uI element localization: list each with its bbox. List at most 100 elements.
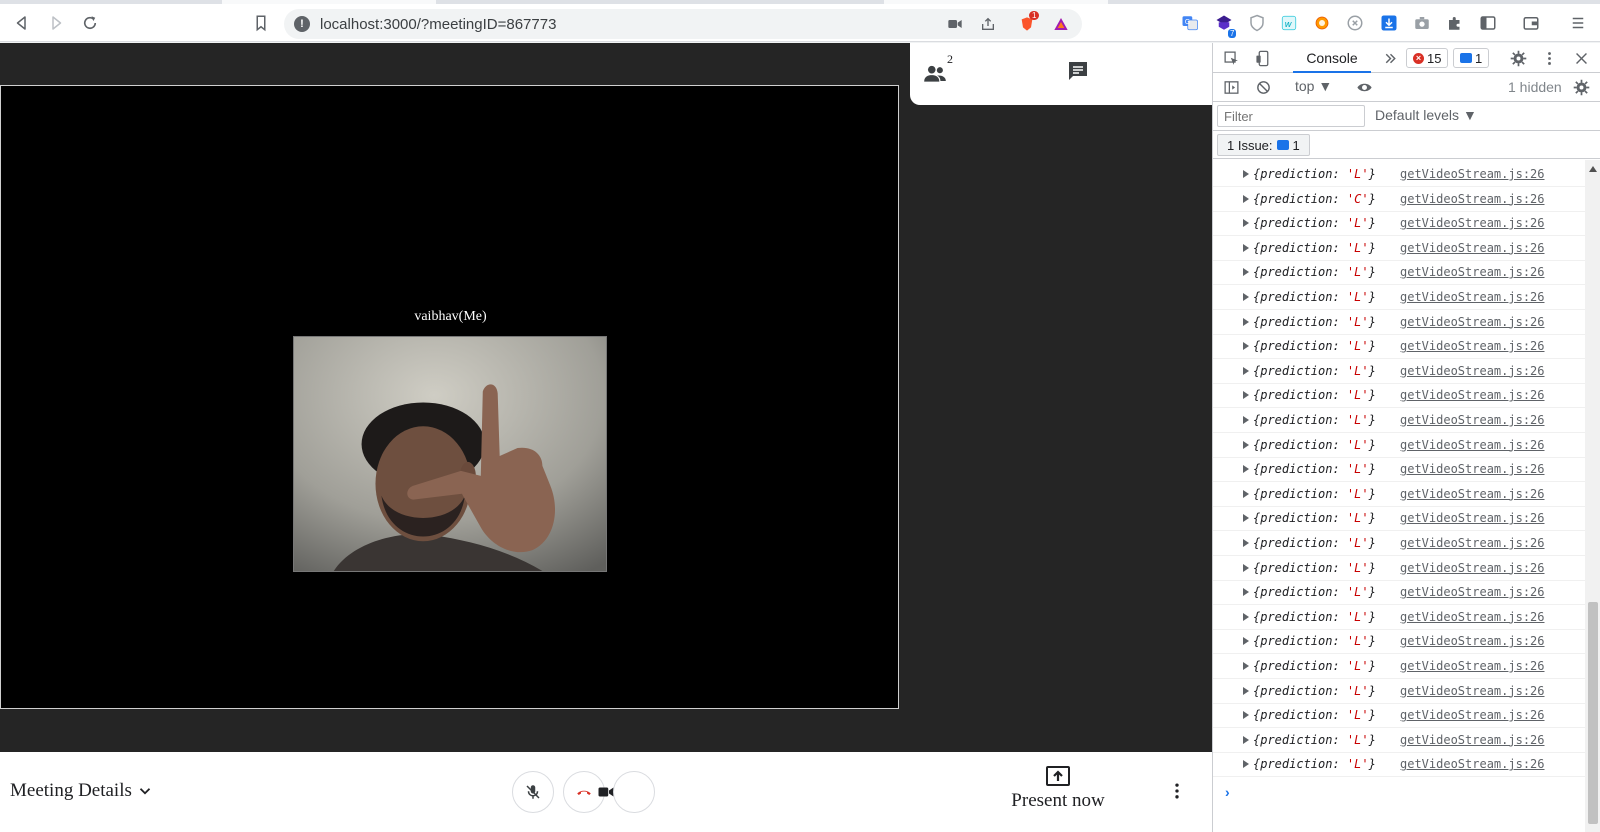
back-icon[interactable] <box>8 9 36 37</box>
expand-triangle-icon[interactable] <box>1243 342 1249 351</box>
expand-triangle-icon[interactable] <box>1243 366 1249 375</box>
log-source-link[interactable]: getVideoStream.js:26 <box>1400 462 1545 476</box>
log-source-link[interactable]: getVideoStream.js:26 <box>1400 265 1545 279</box>
reload-icon[interactable] <box>76 9 104 37</box>
console-log-row[interactable]: {prediction: 'L'} getVideoStream.js:26 <box>1213 556 1585 581</box>
log-source-link[interactable]: getVideoStream.js:26 <box>1400 708 1545 722</box>
bookmark-icon[interactable] <box>247 9 275 37</box>
expand-triangle-icon[interactable] <box>1243 686 1249 695</box>
console-log-row[interactable]: {prediction: 'L'} getVideoStream.js:26 <box>1213 408 1585 433</box>
console-log-row[interactable]: {prediction: 'L'} getVideoStream.js:26 <box>1213 211 1585 237</box>
clear-console-icon[interactable] <box>1253 77 1273 97</box>
self-video[interactable] <box>293 336 607 572</box>
expand-triangle-icon[interactable] <box>1243 539 1249 547</box>
translate-icon[interactable]: G <box>1180 13 1200 33</box>
scroll-up-arrow-icon[interactable] <box>1589 166 1597 172</box>
log-source-link[interactable]: getVideoStream.js:26 <box>1400 610 1545 624</box>
shield-ext-icon[interactable] <box>1247 13 1267 33</box>
console-log-row[interactable]: {prediction: 'L'} getVideoStream.js:26 <box>1213 236 1585 261</box>
console-log-row[interactable]: {prediction: 'L'} getVideoStream.js:26 <box>1213 285 1585 310</box>
expand-triangle-icon[interactable] <box>1243 416 1249 424</box>
chat-button[interactable] <box>1066 59 1090 83</box>
info-icon[interactable]: ! <box>294 16 310 32</box>
log-source-link[interactable]: getVideoStream.js:26 <box>1400 511 1545 525</box>
mic-toggle-button[interactable] <box>512 771 554 813</box>
expand-triangle-icon[interactable] <box>1243 391 1249 400</box>
expand-triangle-icon[interactable] <box>1243 563 1249 572</box>
log-source-link[interactable]: getVideoStream.js:26 <box>1400 684 1545 698</box>
expand-triangle-icon[interactable] <box>1243 219 1249 228</box>
console-log-row[interactable]: {prediction: 'L'} getVideoStream.js:26 <box>1213 629 1585 655</box>
issues-button[interactable]: 1 Issue: 1 <box>1217 134 1310 156</box>
log-source-link[interactable]: getVideoStream.js:26 <box>1400 634 1545 648</box>
console-log-row[interactable]: {prediction: 'L'} getVideoStream.js:26 <box>1213 703 1585 729</box>
brave-rewards-icon[interactable] <box>1052 15 1070 33</box>
log-source-link[interactable]: getVideoStream.js:26 <box>1400 364 1545 378</box>
present-now-button[interactable]: Present now <box>1000 766 1116 812</box>
expand-triangle-icon[interactable] <box>1243 735 1249 744</box>
console-scrollbar[interactable] <box>1585 160 1600 832</box>
expand-triangle-icon[interactable] <box>1243 612 1249 621</box>
more-options-button[interactable] <box>1167 778 1187 804</box>
console-log-row[interactable]: {prediction: 'L'} getVideoStream.js:26 <box>1213 334 1585 360</box>
expand-triangle-icon[interactable] <box>1243 440 1249 449</box>
address-bar[interactable]: ! localhost:3000/?meetingID=867773 1 <box>284 9 1082 39</box>
url-text[interactable]: localhost:3000/?meetingID=867773 <box>320 16 556 33</box>
console-log-row[interactable]: {prediction: 'L'} getVideoStream.js:26 <box>1213 728 1585 753</box>
message-count-badge[interactable]: 1 <box>1453 48 1490 68</box>
w-ext-icon[interactable]: w <box>1279 13 1299 33</box>
log-source-link[interactable]: getVideoStream.js:26 <box>1400 339 1545 353</box>
log-source-link[interactable]: getVideoStream.js:26 <box>1400 438 1545 452</box>
sidebar-icon[interactable] <box>1478 13 1498 33</box>
inspect-element-icon[interactable] <box>1221 48 1241 68</box>
share-icon[interactable] <box>979 15 997 33</box>
camera-icon[interactable] <box>946 15 964 33</box>
log-source-link[interactable]: getVideoStream.js:26 <box>1400 561 1545 575</box>
console-log-row[interactable]: {prediction: 'L'} getVideoStream.js:26 <box>1213 752 1585 778</box>
log-source-link[interactable]: getVideoStream.js:26 <box>1400 487 1545 501</box>
console-log-row[interactable]: {prediction: 'L'} getVideoStream.js:26 <box>1213 506 1585 532</box>
expand-triangle-icon[interactable] <box>1243 465 1249 474</box>
log-source-link[interactable]: getVideoStream.js:26 <box>1400 315 1545 329</box>
meeting-details-button[interactable]: Meeting Details <box>10 780 154 802</box>
menu-icon[interactable] <box>1568 13 1588 33</box>
expand-triangle-icon[interactable] <box>1243 317 1249 326</box>
close-icon[interactable] <box>1571 48 1591 68</box>
log-source-link[interactable]: getVideoStream.js:26 <box>1400 733 1545 747</box>
expand-triangle-icon[interactable] <box>1243 243 1249 252</box>
console-prompt[interactable]: › <box>1225 784 1230 800</box>
sidebar-toggle-icon[interactable] <box>1221 77 1241 97</box>
console-log-row[interactable]: {prediction: 'L'} getVideoStream.js:26 <box>1213 531 1585 556</box>
log-source-link[interactable]: getVideoStream.js:26 <box>1400 290 1545 304</box>
log-source-link[interactable]: getVideoStream.js:26 <box>1400 388 1545 402</box>
console-log-row[interactable]: {prediction: 'L'} getVideoStream.js:26 <box>1213 310 1585 335</box>
extra-control-button[interactable] <box>613 771 655 813</box>
expand-triangle-icon[interactable] <box>1243 637 1249 646</box>
console-log-row[interactable]: {prediction: 'L'} getVideoStream.js:26 <box>1213 482 1585 507</box>
console-settings-icon[interactable] <box>1571 77 1591 97</box>
eye-icon[interactable] <box>1354 77 1374 97</box>
expand-triangle-icon[interactable] <box>1243 293 1249 301</box>
log-source-link[interactable]: getVideoStream.js:26 <box>1400 413 1545 427</box>
console-log-row[interactable]: {prediction: 'L'} getVideoStream.js:26 <box>1213 162 1585 187</box>
kebab-menu-icon[interactable] <box>1539 48 1559 68</box>
log-source-link[interactable]: getVideoStream.js:26 <box>1400 757 1545 771</box>
log-source-link[interactable]: getVideoStream.js:26 <box>1400 241 1545 255</box>
log-source-link[interactable]: getVideoStream.js:26 <box>1400 167 1545 181</box>
expand-triangle-icon[interactable] <box>1243 268 1249 277</box>
expand-triangle-icon[interactable] <box>1243 711 1249 720</box>
download-icon[interactable] <box>1379 13 1399 33</box>
device-toggle-icon[interactable] <box>1253 48 1273 68</box>
forward-icon[interactable] <box>42 9 70 37</box>
console-log-row[interactable]: {prediction: 'L'} getVideoStream.js:26 <box>1213 383 1585 409</box>
log-source-link[interactable]: getVideoStream.js:26 <box>1400 192 1545 206</box>
log-source-link[interactable]: getVideoStream.js:26 <box>1400 659 1545 673</box>
console-log-row[interactable]: {prediction: 'C'} getVideoStream.js:26 <box>1213 187 1585 212</box>
expand-triangle-icon[interactable] <box>1243 514 1249 523</box>
console-log-row[interactable]: {prediction: 'L'} getVideoStream.js:26 <box>1213 260 1585 286</box>
console-log-row[interactable]: {prediction: 'L'} getVideoStream.js:26 <box>1213 580 1585 606</box>
expand-triangle-icon[interactable] <box>1243 760 1249 769</box>
moon-ext-icon[interactable] <box>1345 13 1365 33</box>
screenshot-icon[interactable] <box>1412 13 1432 33</box>
scrollbar-thumb[interactable] <box>1588 602 1598 824</box>
